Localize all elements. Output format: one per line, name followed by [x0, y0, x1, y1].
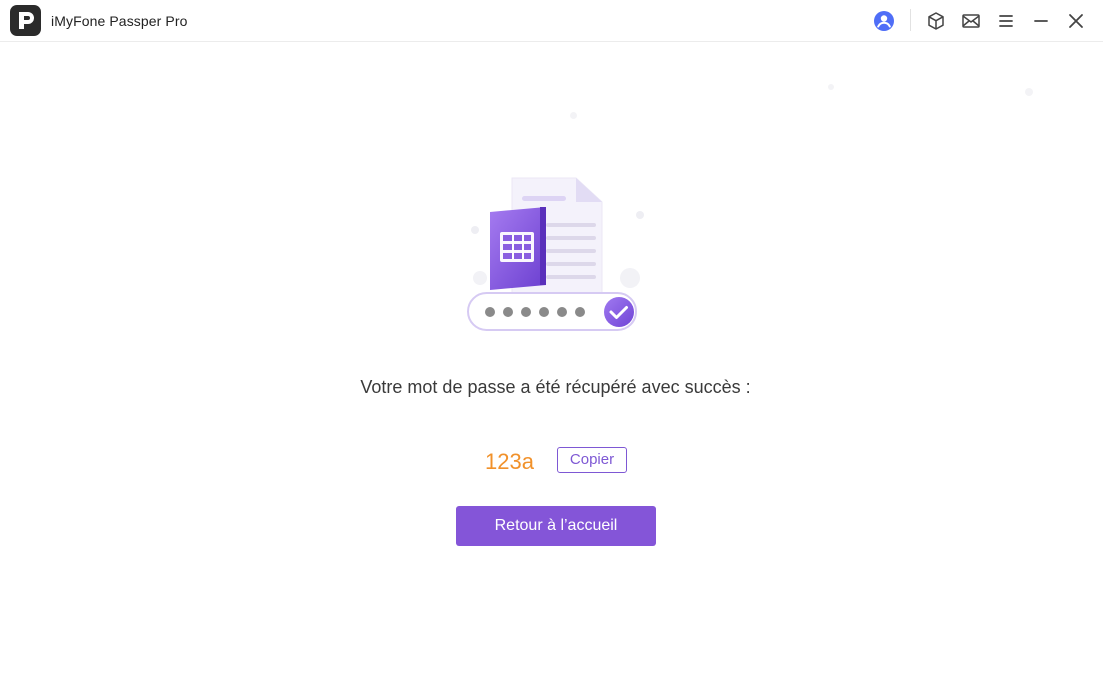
- decorative-dot: [1025, 88, 1033, 96]
- cube-icon[interactable]: [924, 9, 948, 33]
- success-message-text: Votre mot de passe a été récupéré avec s…: [360, 377, 751, 397]
- password-recovered-illustration: [450, 160, 660, 350]
- minimize-icon[interactable]: [1029, 9, 1053, 33]
- title-bar-divider: [910, 9, 911, 31]
- menu-icon[interactable]: [994, 9, 1018, 33]
- decorative-dot: [828, 84, 834, 90]
- back-to-home-button[interactable]: Retour à l’accueil: [456, 506, 656, 546]
- close-icon[interactable]: [1064, 9, 1088, 33]
- app-title: iMyFone Passper Pro: [51, 13, 188, 29]
- decorative-dot: [570, 112, 577, 119]
- title-bar: iMyFone Passper Pro: [0, 0, 1103, 42]
- user-account-icon[interactable]: [872, 9, 896, 33]
- copy-button[interactable]: Copier: [557, 447, 627, 473]
- mail-icon[interactable]: [959, 9, 983, 33]
- success-message: Votre mot de passe a été récupéré avec s…: [0, 377, 1103, 398]
- app-logo-icon: [10, 5, 41, 36]
- recovered-password: 123a: [485, 449, 534, 474]
